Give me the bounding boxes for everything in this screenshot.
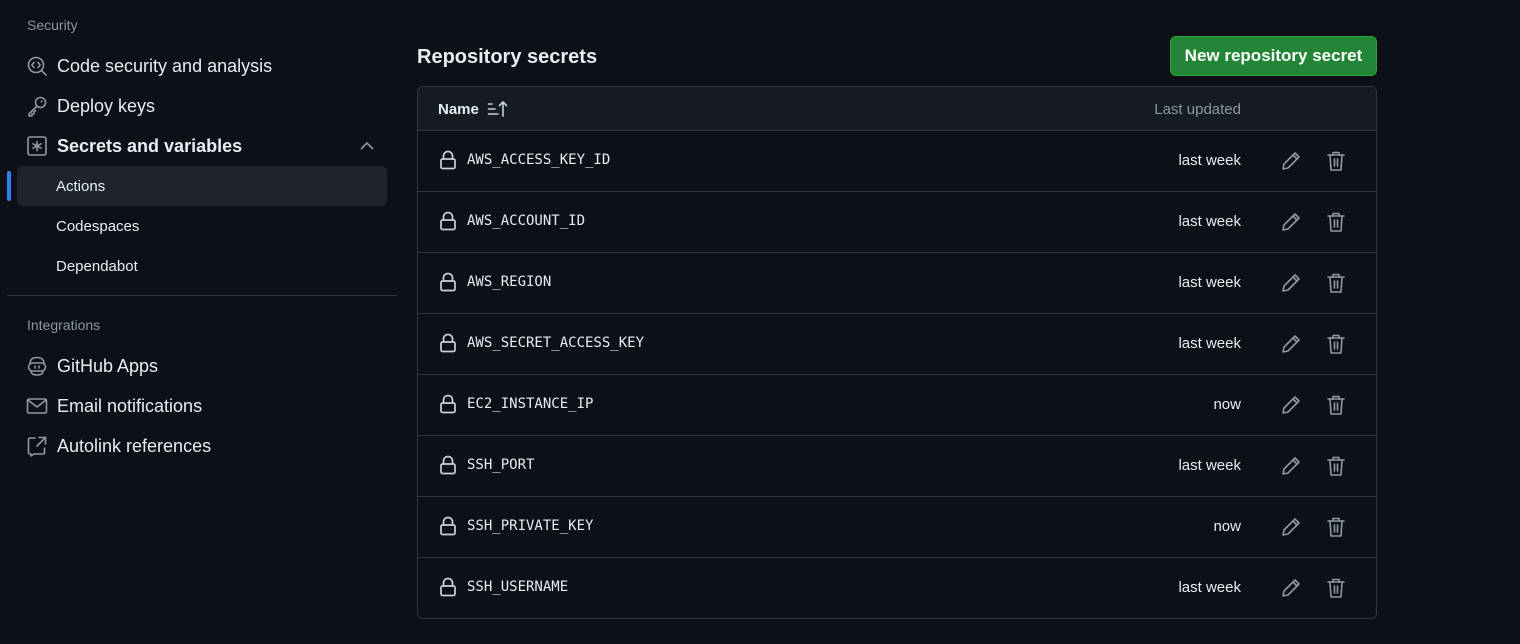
last-updated: last week (1178, 274, 1241, 291)
last-updated: last week (1178, 579, 1241, 596)
sidebar-item-deploy-keys[interactable]: Deploy keys (17, 86, 387, 126)
page-title: Repository secrets (417, 46, 598, 68)
sidebar-item-label: Deploy keys (57, 95, 156, 116)
pencil-icon[interactable] (1280, 455, 1302, 477)
last-updated: last week (1178, 152, 1241, 169)
pencil-icon[interactable] (1280, 577, 1302, 599)
table-row: SSH_PORT last week (418, 436, 1376, 497)
lock-icon (439, 211, 457, 231)
trash-icon[interactable] (1326, 455, 1346, 477)
table-header: Name Last updated (418, 87, 1376, 131)
settings-sidebar: Security Code security and analysis Depl… (0, 0, 400, 644)
link-external-icon (26, 435, 48, 457)
table-row: AWS_SECRET_ACCESS_KEY last week (418, 314, 1376, 375)
last-updated: last week (1178, 335, 1241, 352)
last-updated: last week (1178, 457, 1241, 474)
page: Security Code security and analysis Depl… (0, 0, 1520, 644)
lock-icon (439, 272, 457, 292)
lock-icon (439, 516, 457, 536)
pencil-icon[interactable] (1280, 333, 1302, 355)
secret-name: SSH_USERNAME (467, 579, 569, 595)
secret-name: SSH_PORT (467, 457, 535, 473)
sidebar-subitem-label: Actions (56, 177, 106, 195)
trash-icon[interactable] (1326, 333, 1346, 355)
trash-icon[interactable] (1326, 272, 1346, 294)
lock-icon (439, 577, 457, 597)
sidebar-item-label: GitHub Apps (57, 355, 159, 376)
security-heading: Security (27, 17, 78, 33)
trash-icon[interactable] (1326, 516, 1346, 538)
secrets-table: Name Last updated AWS_ACCESS_KEY_IDlast … (417, 86, 1377, 619)
pencil-icon[interactable] (1280, 150, 1302, 172)
pencil-icon[interactable] (1280, 211, 1302, 233)
sidebar-subitem-actions[interactable]: Actions (17, 166, 387, 206)
pencil-icon[interactable] (1280, 272, 1302, 294)
sidebar-divider (7, 295, 397, 296)
column-header-name: Name (438, 101, 479, 118)
secret-name: AWS_REGION (467, 274, 552, 290)
last-updated: now (1213, 518, 1241, 535)
asterisk-icon (26, 135, 48, 157)
active-indicator (7, 171, 11, 201)
column-header-last-updated: Last updated (1154, 101, 1241, 118)
trash-icon[interactable] (1326, 150, 1346, 172)
table-row: AWS_ACCESS_KEY_ID last week (418, 131, 1376, 192)
sidebar-item-label: Autolink references (57, 435, 212, 456)
trash-icon[interactable] (1326, 211, 1346, 233)
new-repository-secret-button[interactable]: New repository secret (1170, 36, 1377, 76)
secret-name: SSH_PRIVATE_KEY (467, 518, 594, 534)
sidebar-item-label: Secrets and variables (57, 135, 243, 156)
sidebar-subitem-codespaces[interactable]: Codespaces (17, 206, 387, 246)
secret-name: AWS_SECRET_ACCESS_KEY (467, 335, 645, 351)
codescan-icon (26, 55, 48, 77)
table-row: EC2_INSTANCE_IP now (418, 375, 1376, 436)
sidebar-item-label: Code security and analysis (57, 55, 273, 76)
sidebar-item-code-security[interactable]: Code security and analysis (17, 46, 387, 86)
sidebar-subitem-label: Dependabot (56, 257, 138, 275)
integrations-heading: Integrations (27, 317, 101, 333)
sort-ascending-icon[interactable] (487, 100, 509, 118)
chevron-up-icon[interactable] (359, 138, 375, 154)
lock-icon (439, 150, 457, 170)
pencil-icon[interactable] (1280, 516, 1302, 538)
pencil-icon[interactable] (1280, 394, 1302, 416)
table-row: AWS_ACCOUNT_ID last week (418, 192, 1376, 253)
secret-name: AWS_ACCOUNT_ID (467, 213, 586, 229)
sidebar-item-github-apps[interactable]: GitHub Apps (17, 346, 387, 386)
lock-icon (439, 455, 457, 475)
table-row: SSH_USERNAME last week (418, 558, 1376, 618)
copilot-icon (26, 355, 48, 377)
trash-icon[interactable] (1326, 394, 1346, 416)
key-icon (26, 95, 48, 117)
secret-name: EC2_INSTANCE_IP (467, 396, 594, 412)
sidebar-subitem-label: Codespaces (56, 217, 140, 235)
last-updated: last week (1178, 213, 1241, 230)
last-updated: now (1213, 396, 1241, 413)
table-row: SSH_PRIVATE_KEY now (418, 497, 1376, 558)
sidebar-item-email-notifications[interactable]: Email notifications (17, 386, 387, 426)
sidebar-subitem-dependabot[interactable]: Dependabot (17, 246, 387, 286)
mail-icon (26, 395, 48, 417)
table-row: AWS_REGION last week (418, 253, 1376, 314)
lock-icon (439, 333, 457, 353)
secret-name: AWS_ACCESS_KEY_ID (467, 152, 611, 168)
lock-icon (439, 394, 457, 414)
sidebar-item-secrets-and-variables[interactable]: Secrets and variables (17, 126, 387, 166)
sidebar-item-label: Email notifications (57, 395, 203, 416)
sidebar-item-autolink-references[interactable]: Autolink references (17, 426, 387, 466)
trash-icon[interactable] (1326, 577, 1346, 599)
